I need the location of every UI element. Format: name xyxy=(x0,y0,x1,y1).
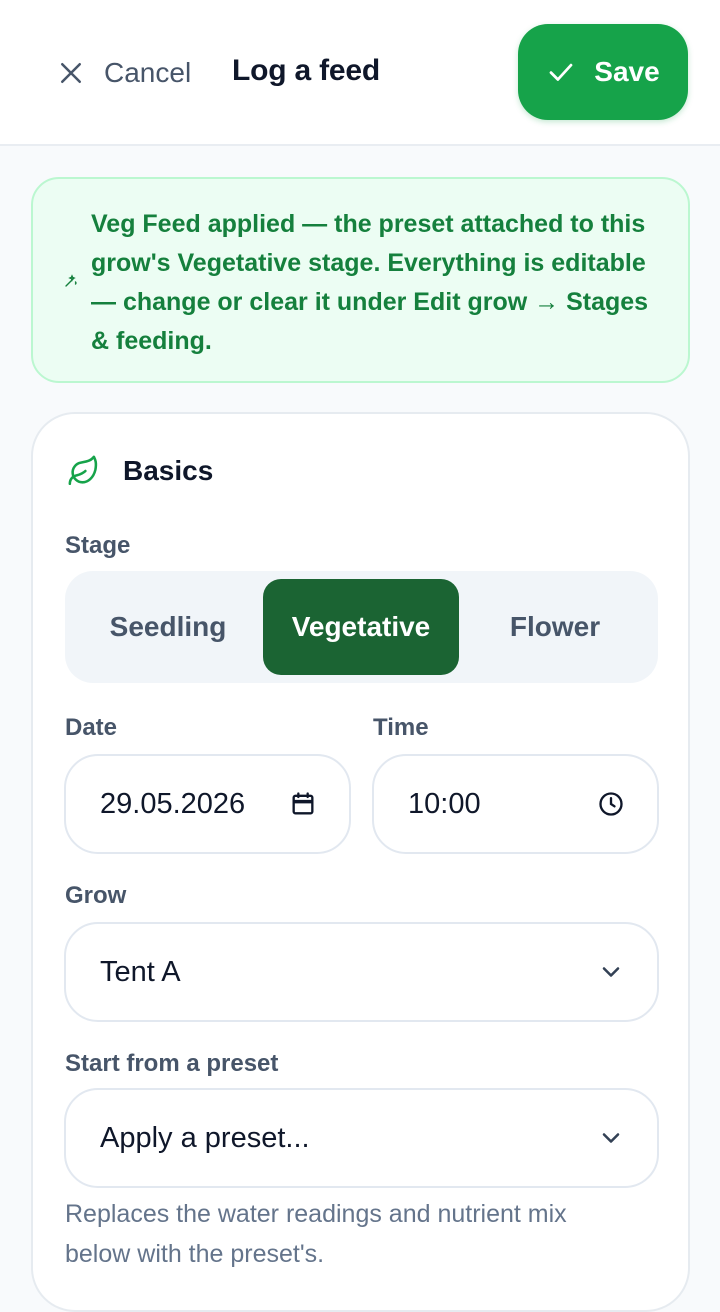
grow-label: Grow xyxy=(65,882,127,909)
chevron-down-icon xyxy=(602,967,620,977)
date-input[interactable]: 29.05.2026 xyxy=(64,754,351,854)
date-value: 29.05.2026 xyxy=(100,787,246,820)
save-button[interactable]: Save xyxy=(518,24,688,120)
grow-select[interactable]: Tent A xyxy=(64,922,659,1022)
chevron-down-icon xyxy=(602,1133,620,1143)
check-icon xyxy=(549,63,573,81)
basics-header: Basics xyxy=(67,454,213,488)
stage-selector: Seedling Vegetative Flower xyxy=(65,571,658,683)
preset-select[interactable]: Apply a preset... xyxy=(64,1088,659,1188)
time-input[interactable]: 10:00 xyxy=(372,754,659,854)
calendar-icon[interactable] xyxy=(289,790,317,818)
preset-help-text: Replaces the water readings and nutrient… xyxy=(65,1200,567,1268)
preset-value: Apply a preset... xyxy=(100,1121,310,1154)
stage-option-flower[interactable]: Flower xyxy=(457,579,653,675)
top-bar: Cancel Log a feed Save xyxy=(0,0,720,146)
grow-value: Tent A xyxy=(100,955,181,988)
preset-label: Start from a preset xyxy=(65,1050,279,1077)
time-label: Time xyxy=(373,714,429,741)
basics-title: Basics xyxy=(123,455,214,486)
basics-card: Basics Stage Seedling Vegetative Flower … xyxy=(31,412,690,1312)
time-value: 10:00 xyxy=(408,787,481,820)
date-label: Date xyxy=(65,714,118,741)
cancel-button[interactable]: Cancel xyxy=(56,52,191,94)
close-icon xyxy=(61,63,81,83)
cancel-label: Cancel xyxy=(104,57,192,88)
clock-icon[interactable] xyxy=(597,790,625,818)
stage-option-vegetative[interactable]: Vegetative xyxy=(263,579,459,675)
preset-applied-notice: Veg Feed applied — the preset attached t… xyxy=(31,177,690,383)
notice-text: Veg Feed applied — the preset attached t… xyxy=(91,210,649,355)
leaf-icon xyxy=(68,455,98,486)
page-title: Log a feed xyxy=(232,54,381,87)
stage-option-seedling[interactable]: Seedling xyxy=(70,579,266,675)
stage-label: Stage xyxy=(65,532,131,559)
save-label: Save xyxy=(594,56,660,87)
sparkle-icon xyxy=(65,274,77,287)
